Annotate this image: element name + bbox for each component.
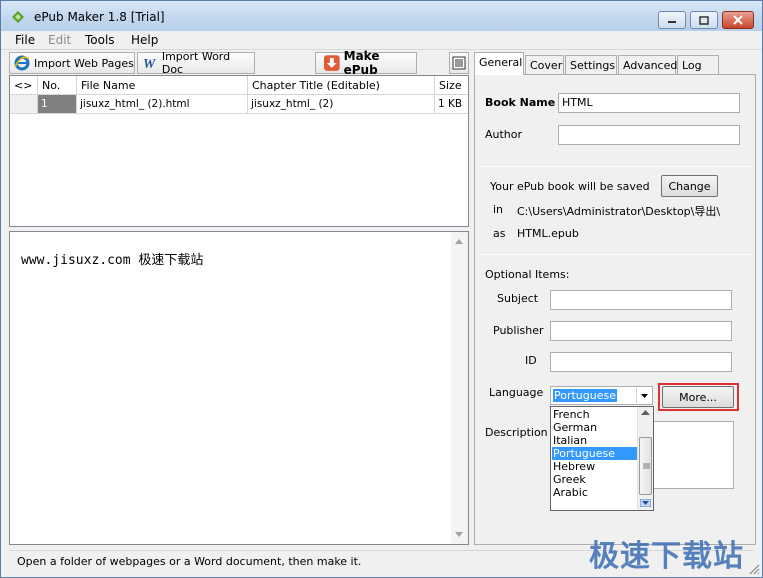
tab-log[interactable]: Log [677,55,719,74]
tab-advanced[interactable]: Advanced [618,55,677,74]
row-order-cell[interactable] [10,95,38,113]
col-no-header[interactable]: No. [38,76,77,95]
minimize-button[interactable] [658,11,686,29]
grip-icon [643,463,650,469]
menu-file[interactable]: File [15,33,35,47]
import-word-doc-label: Import Word Doc [161,50,231,76]
scroll-thumb[interactable] [639,437,652,495]
language-select[interactable]: Portuguese [550,386,653,405]
description-textarea[interactable] [641,421,734,489]
preview-scrollbar[interactable] [451,232,468,544]
language-option[interactable]: Arabic [552,486,638,499]
col-chapter-title-header[interactable]: Chapter Title (Editable) [248,76,435,95]
maximize-icon [699,15,709,25]
divider [479,254,751,255]
author-input[interactable] [558,125,740,145]
subject-input[interactable] [550,290,732,310]
list-view-icon [452,56,466,70]
toolbar: Import Web Pages W Import Word Doc Make … [9,49,469,77]
import-web-pages-label: Import Web Pages [34,56,134,70]
resize-grip-icon[interactable] [746,561,760,575]
chevron-down-icon [641,394,648,398]
scroll-down-icon[interactable] [455,532,463,537]
col-size-header[interactable]: Size [435,76,468,95]
tab-settings[interactable]: Settings [565,55,617,74]
status-text: Open a folder of webpages or a Word docu… [17,555,362,568]
scroll-down-icon[interactable] [640,499,651,507]
row-chapter-title-cell[interactable]: jisuxz_html_ (2) [248,95,435,113]
close-icon [733,15,743,25]
language-dropdown-list[interactable]: French German Italian Portuguese Hebrew … [550,406,654,511]
file-table[interactable]: <> No. File Name Chapter Title (Editable… [9,75,469,227]
preview-text: www.jisuxz.com 极速下载站 [21,253,204,268]
dropdown-scrollbar[interactable] [637,407,653,510]
tab-general[interactable]: General [474,52,524,75]
id-input[interactable] [550,352,732,372]
close-button[interactable] [722,11,754,29]
import-web-pages-button[interactable]: Import Web Pages [9,52,135,74]
change-button[interactable]: Change [661,175,718,197]
table-header: <> No. File Name Chapter Title (Editable… [10,76,468,95]
optional-items-label: Optional Items: [485,268,570,281]
internet-explorer-icon [14,55,30,71]
language-selected-value: Portuguese [553,389,617,402]
watermark-text: 极速下载站 [589,539,744,574]
app-window: ePub Maker 1.8 [Trial] File Edit Tools H… [0,0,763,578]
tab-cover[interactable]: Cover [525,55,564,74]
publisher-input[interactable] [550,321,732,341]
col-order-header[interactable]: <> [10,76,38,95]
scroll-up-icon[interactable] [455,239,463,244]
language-option-selected[interactable]: Portuguese [552,447,638,460]
id-label: ID [525,354,537,367]
output-filename: HTML.epub [517,227,579,240]
description-label: Description [485,426,548,439]
menu-tools[interactable]: Tools [85,33,115,47]
book-name-input[interactable]: HTML [558,93,740,113]
save-location-label: Your ePub book will be saved [490,180,650,193]
language-option[interactable]: Hebrew [552,460,638,473]
in-label: in [493,203,504,216]
publisher-label: Publisher [493,324,544,337]
language-label: Language [489,386,544,399]
subject-label: Subject [497,292,539,305]
app-logo-icon [12,11,24,23]
language-option[interactable]: Italian [552,434,638,447]
preview-pane[interactable]: www.jisuxz.com 极速下载站 [9,231,469,545]
maximize-button[interactable] [690,11,718,29]
scroll-up-icon[interactable] [641,410,650,416]
row-size-cell[interactable]: 1 KB [435,95,468,113]
settings-tabs: General Cover Settings Advanced Log [474,52,756,75]
col-file-name-header[interactable]: File Name [77,76,248,95]
book-name-label: Book Name [485,96,556,109]
table-row[interactable]: 1 jisuxz_html_ (2).html jisuxz_html_ (2)… [10,95,468,114]
menu-bar: File Edit Tools Help [1,31,762,50]
dropdown-button[interactable] [636,388,651,403]
output-path: C:\Users\Administrator\Desktop\导出\ [517,205,721,218]
minimize-icon [668,21,676,23]
row-file-name-cell[interactable]: jisuxz_html_ (2).html [77,95,248,113]
as-label: as [493,227,506,240]
word-document-icon: W [143,56,157,71]
highlight-box [658,383,739,411]
title-bar[interactable]: ePub Maker 1.8 [Trial] [1,1,762,31]
divider [479,166,751,167]
language-option[interactable]: German [552,421,638,434]
author-label: Author [485,128,523,141]
menu-help[interactable]: Help [131,33,158,47]
panel-toggle-button[interactable] [449,52,469,74]
window-title: ePub Maker 1.8 [Trial] [34,10,165,24]
import-word-doc-button[interactable]: W Import Word Doc [137,50,255,76]
language-option[interactable]: French [552,408,638,421]
language-option[interactable]: Greek [552,473,638,486]
download-arrow-icon [324,55,340,71]
make-epub-button[interactable]: Make ePub [315,49,417,77]
row-no-cell[interactable]: 1 [38,95,77,113]
menu-edit[interactable]: Edit [48,33,71,47]
svg-text:W: W [143,56,157,71]
make-epub-label: Make ePub [343,49,380,77]
